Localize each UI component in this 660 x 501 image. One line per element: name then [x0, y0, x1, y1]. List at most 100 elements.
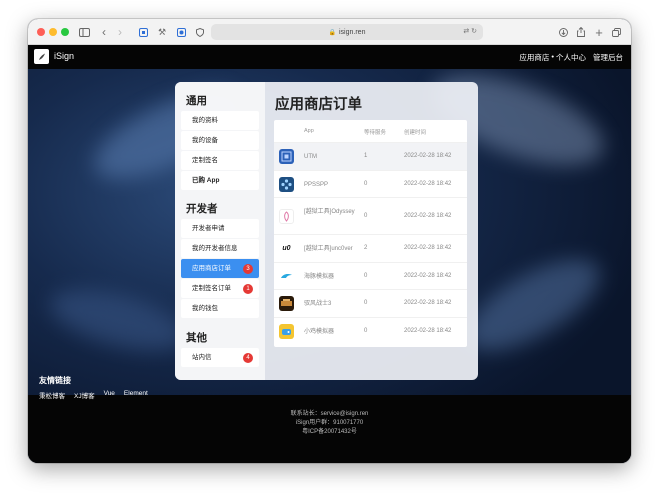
table-row[interactable]: PPSSPP 0 2022-02-28 18:42	[274, 170, 467, 197]
orders-table: App 等待服务 创建时间 UTM 1 2022-02-28 18:42 PPS…	[274, 120, 467, 347]
created-time: 2022-02-28 18:42	[404, 328, 452, 334]
created-time: 2022-02-28 18:42	[404, 273, 452, 279]
ppsspp-icon	[279, 177, 294, 192]
background-decoration	[43, 277, 193, 363]
tab-icon[interactable]	[176, 24, 186, 40]
chick-emulator-icon	[279, 324, 294, 339]
download-icon[interactable]	[558, 24, 568, 40]
sidebar-item-label: 应用商店订单	[192, 265, 231, 272]
browser-toolbar: ‹ › ⚒ 🔒 isign.ren ⇄ ↻ +	[28, 19, 631, 45]
nav-links: 应用商店 • 个人中心 管理后台	[519, 52, 623, 63]
pending-count: 1	[364, 153, 368, 159]
sidebar-item-my-profile[interactable]: 我的资料	[181, 111, 259, 130]
sidebar-item-messages[interactable]: 站内信 4	[181, 348, 259, 367]
dolphin-icon	[279, 269, 294, 284]
isign-logo[interactable]	[34, 49, 49, 64]
forward-icon[interactable]: ›	[115, 24, 125, 40]
share-icon[interactable]	[576, 24, 586, 40]
icp-info[interactable]: 粤ICP备20071432号	[28, 426, 631, 435]
url-text: isign.ren	[339, 28, 366, 36]
created-time: 2022-02-28 18:42	[404, 213, 452, 219]
table-row[interactable]: UTM 1 2022-02-28 18:42	[274, 142, 467, 170]
sidebar: 通用 我的资料 我的设备 定制签名 已购 App 开发者 开发者申请 我的开发者…	[175, 82, 265, 380]
created-time: 2022-02-28 18:42	[404, 153, 452, 159]
pending-count: 0	[364, 273, 368, 279]
pending-count: 2	[364, 245, 368, 251]
new-tab-icon[interactable]: +	[594, 24, 604, 40]
odyssey-icon	[279, 209, 294, 224]
sidebar-item-app-store-orders[interactable]: 应用商店订单 3	[181, 259, 259, 278]
sidebar-item-wallet[interactable]: 我的钱包	[181, 299, 259, 318]
created-time: 2022-02-28 18:42	[404, 181, 452, 187]
sidebar-section-developer: 开发者	[186, 203, 218, 215]
friend-link[interactable]: XJ博客	[74, 390, 95, 400]
user-center-card: 通用 我的资料 我的设备 定制签名 已购 App 开发者 开发者申请 我的开发者…	[175, 82, 478, 380]
page-title: 应用商店订单	[275, 97, 362, 113]
created-time: 2022-02-28 18:42	[404, 245, 452, 251]
table-row[interactable]: 海豚模拟器 0 2022-02-28 18:42	[274, 262, 467, 289]
nav-link-app-store[interactable]: 应用商店	[519, 52, 549, 63]
column-header-app: App	[304, 128, 314, 134]
nav-link-user-center[interactable]: 个人中心	[556, 52, 586, 63]
app-name: 海豚模拟器	[304, 274, 335, 280]
site-navbar: iSign 应用商店 • 个人中心 管理后台	[28, 45, 631, 69]
table-row[interactable]: u0 [越狱工具]unc0ver 2 2022-02-28 18:42	[274, 234, 467, 262]
sidebar-item-developer-info[interactable]: 我的开发者信息	[181, 239, 259, 258]
table-row[interactable]: 驭风战士3 0 2022-02-28 18:42	[274, 289, 467, 317]
close-window-button[interactable]	[37, 28, 45, 36]
sidebar-item-label: 站内信	[192, 354, 212, 361]
table-row[interactable]: [越狱工具]Odyssey 0 2022-02-28 18:42	[274, 197, 467, 234]
orders-content: 应用商店订单 App 等待服务 创建时间 UTM 1 2022-02-28 18…	[265, 82, 478, 380]
sidebar-item-developer-apply[interactable]: 开发者申请	[181, 219, 259, 238]
friend-link[interactable]: Element	[124, 390, 148, 400]
sidebar-item-custom-sign[interactable]: 定制签名	[181, 151, 259, 170]
translate-reload-icons[interactable]: ⇄ ↻	[463, 27, 477, 35]
nav-link-admin[interactable]: 管理后台	[593, 52, 623, 63]
app-name: 驭风战士3	[304, 301, 332, 307]
app-name: 小鸡模拟器	[304, 329, 335, 335]
tab-overview-icon[interactable]	[611, 24, 621, 40]
utm-icon	[279, 149, 294, 164]
pending-count: 0	[364, 213, 368, 219]
custom-sign-orders-badge: 1	[243, 284, 253, 294]
pending-count: 0	[364, 181, 368, 187]
browser-window: ‹ › ⚒ 🔒 isign.ren ⇄ ↻ + iSign 应用商店 • 个人中…	[28, 19, 631, 463]
game-icon	[279, 296, 294, 311]
shield-icon[interactable]	[195, 24, 205, 40]
friend-link[interactable]: Vue	[104, 390, 115, 400]
hammer-icon[interactable]: ⚒	[157, 24, 167, 40]
minimize-window-button[interactable]	[49, 28, 57, 36]
column-header-pending: 等待服务	[364, 130, 387, 136]
pending-count: 0	[364, 300, 368, 306]
sidebar-item-my-devices[interactable]: 我的设备	[181, 131, 259, 150]
app-name: UTM	[304, 154, 317, 160]
site-footer: 友情链接 秉松博客 XJ博客 Vue Element 联系站长：service@…	[28, 376, 631, 463]
sidebar-item-purchased-apps[interactable]: 已购 App	[181, 171, 259, 190]
sidebar-toggle-icon[interactable]	[78, 24, 90, 40]
friend-link[interactable]: 秉松博客	[39, 390, 65, 400]
extension-icon[interactable]	[138, 24, 148, 40]
sidebar-section-other: 其他	[186, 332, 207, 344]
sidebar-item-custom-sign-orders[interactable]: 定制签名订单 1	[181, 279, 259, 298]
lock-icon: 🔒	[328, 29, 336, 36]
back-icon[interactable]: ‹	[99, 24, 109, 40]
nav-separator: •	[551, 52, 554, 61]
qq-group-info: iSign用户群：910071770	[295, 420, 364, 426]
web-page: iSign 应用商店 • 个人中心 管理后台 通用 我的资料 我的设备 定制签名…	[28, 45, 631, 463]
app-store-orders-badge: 3	[243, 264, 253, 274]
messages-badge: 4	[243, 353, 253, 363]
contact-info[interactable]: 联系站长：service@isign.ren	[28, 408, 631, 417]
created-time: 2022-02-28 18:42	[404, 300, 452, 306]
site-brand[interactable]: iSign	[54, 51, 74, 61]
app-name: [越狱工具]Odyssey	[304, 209, 355, 215]
app-name: PPSSPP	[304, 182, 329, 188]
unc0ver-icon: u0	[279, 241, 294, 256]
table-header: App 等待服务 创建时间	[274, 120, 467, 142]
table-row[interactable]: 小鸡模拟器 0 2022-02-28 18:42	[274, 317, 467, 347]
sidebar-item-label: 定制签名订单	[192, 285, 231, 292]
address-bar[interactable]: 🔒 isign.ren ⇄ ↻	[211, 24, 483, 40]
zoom-window-button[interactable]	[61, 28, 69, 36]
sidebar-section-general: 通用	[186, 95, 207, 107]
column-header-created: 创建时间	[404, 130, 427, 136]
app-name: [越狱工具]unc0ver	[304, 246, 353, 252]
